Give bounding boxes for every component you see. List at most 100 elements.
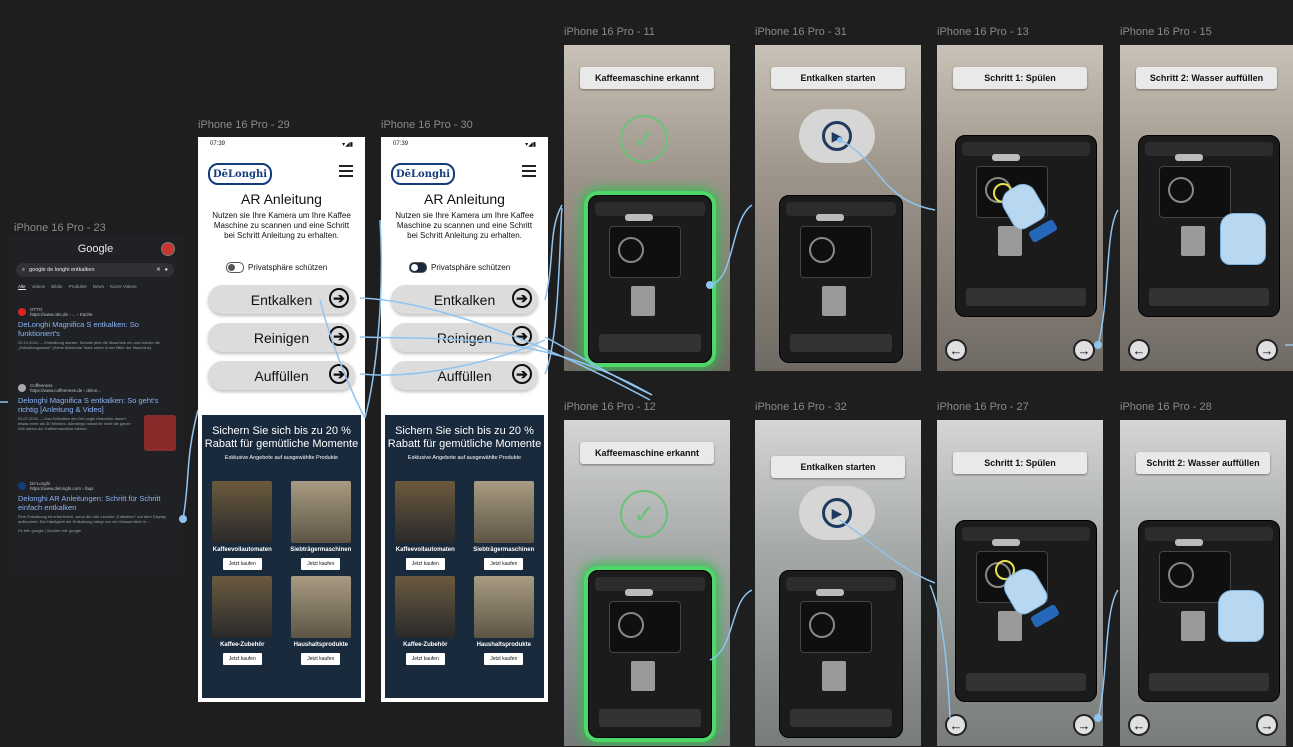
connection-line xyxy=(364,219,383,419)
ar-step-title: Schritt 2: Wasser auffüllen xyxy=(1136,452,1270,474)
buy-button[interactable]: Jetzt kaufen xyxy=(222,653,262,665)
tab-products[interactable]: Produkte xyxy=(69,284,87,290)
arrow-right-icon: ➔ xyxy=(329,288,349,308)
clear-icon[interactable]: ✕ xyxy=(156,267,161,273)
next-button[interactable]: → xyxy=(1073,714,1095,736)
result-title[interactable]: DeLonghi Magnifica S entkalken: So funkt… xyxy=(18,320,178,338)
frame-label: iPhone 16 Pro - 28 xyxy=(1120,401,1212,413)
next-button[interactable]: → xyxy=(1256,714,1278,736)
result-title[interactable]: Delonghi Magnifica S entkalken: So geht'… xyxy=(18,396,178,414)
button-label: Auffüllen xyxy=(437,367,492,384)
back-button[interactable]: ← xyxy=(1128,714,1150,736)
buy-button[interactable]: Jetzt kaufen xyxy=(484,653,524,665)
back-button[interactable]: ← xyxy=(945,714,967,736)
buy-button[interactable]: Jetzt kaufen xyxy=(484,558,524,570)
product-image xyxy=(473,576,534,638)
buy-button[interactable]: Jetzt kaufen xyxy=(301,558,341,570)
coffee-machine-image xyxy=(779,570,903,738)
buy-button[interactable]: Jetzt kaufen xyxy=(301,653,341,665)
ar-step-title: Entkalken starten xyxy=(771,67,905,89)
product-image xyxy=(395,576,456,638)
product-card: Haushaltsprodukte Jetzt kaufen xyxy=(468,576,541,665)
delonghi-logo[interactable]: DēLonghi xyxy=(391,163,455,185)
ar-frame-step2: Schritt 2: Wasser auffüllen ← → xyxy=(1120,45,1293,371)
search-value: google de longhi entkalken xyxy=(29,267,95,273)
otto-favicon xyxy=(18,308,26,316)
buy-button[interactable]: Jetzt kaufen xyxy=(222,558,262,570)
search-result[interactable]: De'Longhi https://www.delonghi.com › faqs… xyxy=(18,481,178,533)
microphone-icon[interactable]: ● xyxy=(165,267,168,273)
result-url: https://www.delonghi.com › faqs xyxy=(30,486,94,491)
google-search-frame: Google ⌕ google de longhi entkalken ✕ ● … xyxy=(8,235,183,575)
result-footer: Es tritt: google | Suchen mit: google xyxy=(18,528,82,533)
result-url: https://www.otto.de › ... › Küche xyxy=(30,312,93,317)
search-input[interactable]: ⌕ google de longhi entkalken ✕ ● xyxy=(16,263,174,277)
buy-button[interactable]: Jetzt kaufen xyxy=(405,653,445,665)
ar-frame-step1: Schritt 1: Spülen ← → xyxy=(937,45,1103,371)
product-category: Kaffeevollautomaten xyxy=(395,547,455,553)
product-category: Kaffeevollautomaten xyxy=(212,547,272,553)
frame-label: iPhone 16 Pro - 31 xyxy=(755,26,847,38)
coffee-machine-image xyxy=(588,570,712,738)
play-icon: ▶ xyxy=(822,121,852,151)
menu-icon[interactable] xyxy=(522,165,536,177)
promo-title: Sichern Sie sich bis zu 20 % Rabatt für … xyxy=(204,425,359,450)
product-card: Haushaltsprodukte Jetzt kaufen xyxy=(285,576,358,665)
promo-title: Sichern Sie sich bis zu 20 % Rabatt für … xyxy=(387,425,542,450)
auffuellen-button[interactable]: Auffüllen ➔ xyxy=(391,361,538,390)
arrow-right-icon: ➔ xyxy=(329,326,349,346)
ar-frame-step2: Schritt 2: Wasser auffüllen ← → xyxy=(1120,420,1286,746)
auffuellen-button[interactable]: Auffüllen ➔ xyxy=(208,361,355,390)
promo-subtitle: Exklusive Angebote auf ausgewählte Produ… xyxy=(407,455,522,461)
product-image xyxy=(212,576,273,638)
page-title: AR Anleitung xyxy=(241,191,322,207)
web-frame-30: 07:39 ▾◢▮ DēLonghi AR Anleitung Nutzen si… xyxy=(381,137,548,702)
tab-videos[interactable]: Videos xyxy=(32,284,46,290)
coffee-machine-image xyxy=(588,195,712,363)
avatar[interactable] xyxy=(161,242,175,256)
toggle-icon[interactable] xyxy=(226,262,244,273)
status-time: 07:39 xyxy=(210,141,226,147)
coffeeness-favicon xyxy=(18,384,26,392)
ar-step-title: Schritt 1: Spülen xyxy=(953,452,1087,474)
tab-images[interactable]: Bilder xyxy=(51,284,63,290)
video-thumbnail[interactable] xyxy=(144,415,176,451)
privacy-toggle[interactable]: Privatsphäre schützen xyxy=(226,262,327,273)
search-result[interactable]: OTTO https://www.otto.de › ... › Küche De… xyxy=(18,307,178,350)
tab-short-videos[interactable]: Kurze Videos xyxy=(110,284,137,290)
product-image xyxy=(395,481,456,543)
menu-icon[interactable] xyxy=(339,165,353,177)
play-button[interactable]: ▶ xyxy=(799,109,875,163)
arrow-right-icon: ➔ xyxy=(512,326,532,346)
frame-label: iPhone 16 Pro - 32 xyxy=(755,401,847,413)
next-button[interactable]: → xyxy=(1256,339,1278,361)
toggle-icon[interactable] xyxy=(409,262,427,273)
frame-label: iPhone 16 Pro - 29 xyxy=(198,119,290,131)
back-button[interactable]: ← xyxy=(945,339,967,361)
product-card: Kaffeevollautomaten Jetzt kaufen xyxy=(389,481,462,570)
search-result[interactable]: Coffeeness https://www.coffeeness.de › de… xyxy=(18,383,178,451)
tab-news[interactable]: News xyxy=(93,284,104,290)
play-button[interactable]: ▶ xyxy=(799,486,875,540)
reinigen-button[interactable]: Reinigen ➔ xyxy=(391,323,538,352)
back-button[interactable]: ← xyxy=(1128,339,1150,361)
product-image xyxy=(290,481,351,543)
arrow-right-icon: ➔ xyxy=(512,364,532,384)
reinigen-button[interactable]: Reinigen ➔ xyxy=(208,323,355,352)
delonghi-favicon xyxy=(18,482,26,490)
privacy-toggle[interactable]: Privatsphäre schützen xyxy=(409,262,510,273)
button-label: Entkalken xyxy=(250,291,313,308)
hand-open-icon xyxy=(1220,213,1266,265)
entkalken-button[interactable]: Entkalken ➔ xyxy=(391,285,538,314)
tab-all[interactable]: Alle xyxy=(18,284,26,290)
next-button[interactable]: → xyxy=(1073,339,1095,361)
privacy-label: Privatsphäre schützen xyxy=(431,263,511,272)
buy-button[interactable]: Jetzt kaufen xyxy=(405,558,445,570)
delonghi-logo[interactable]: DēLonghi xyxy=(208,163,272,185)
button-label: Entkalken xyxy=(433,291,496,308)
entkalken-button[interactable]: Entkalken ➔ xyxy=(208,285,355,314)
result-snippet: Eine Entkalkung ist erforderlich, wenn d… xyxy=(18,514,166,524)
result-title[interactable]: Delonghi AR Anleitungen: Schritt für Sch… xyxy=(18,494,178,512)
privacy-label: Privatsphäre schützen xyxy=(248,263,328,272)
ar-step-title: Kaffeemaschine erkannt xyxy=(580,67,714,89)
